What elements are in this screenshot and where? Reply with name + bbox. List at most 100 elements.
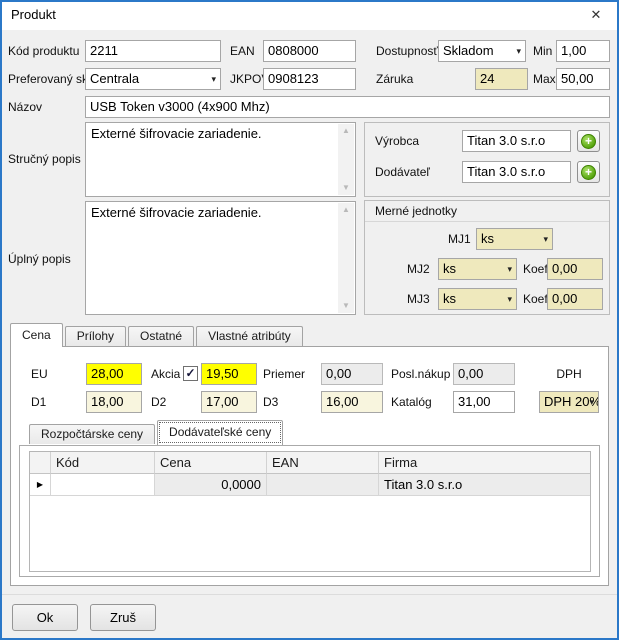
zaruka-input[interactable]: 24: [475, 68, 528, 90]
add-dodavatel-button[interactable]: +: [577, 161, 600, 183]
tab-ostatne[interactable]: Ostatné: [128, 326, 194, 346]
mj2-select[interactable]: ks ▾: [438, 258, 517, 280]
check-icon: ✓: [185, 367, 195, 379]
vyrobca-input[interactable]: Titan 3.0 s.r.o: [462, 130, 571, 152]
mj1-label: MJ1: [448, 228, 471, 250]
scroll-up-icon: ▲: [342, 206, 350, 214]
uplny-popis-label: Úplný popis: [8, 248, 71, 270]
dodavatel-input[interactable]: Titan 3.0 s.r.o: [462, 161, 571, 183]
subtab-rozpoctarske-ceny[interactable]: Rozpočtárske ceny: [29, 424, 155, 444]
chevron-down-icon: ▾: [589, 392, 594, 413]
grid-cell-cena[interactable]: 0,0000: [155, 474, 267, 496]
footer-bar: Ok Zruš: [0, 594, 619, 640]
produkt-dialog: Produkt ✕ Kód produktu 2211 EAN 0808000 …: [0, 0, 619, 640]
close-icon: ✕: [591, 7, 602, 23]
grid-header-firma[interactable]: Firma: [379, 452, 590, 474]
chevron-down-icon: ▾: [516, 41, 521, 62]
scrollbar[interactable]: ▲ ▼: [338, 203, 354, 313]
strucny-popis-label: Stručný popis: [8, 148, 81, 170]
mj1-select[interactable]: ks ▾: [476, 228, 553, 250]
plus-icon: +: [581, 165, 596, 180]
max-label: Max: [533, 68, 556, 90]
grid-cell-kod[interactable]: [51, 474, 155, 496]
scrollbar[interactable]: ▲ ▼: [338, 124, 354, 195]
posl-nakup-label: Posl.nákup: [391, 363, 450, 385]
max-input[interactable]: 50,00: [556, 68, 610, 90]
mj2-value: ks: [443, 261, 456, 276]
koef2-input[interactable]: 0,00: [547, 258, 603, 280]
grid-header-ean[interactable]: EAN: [267, 452, 379, 474]
price-subtabstrip: Rozpočtárske ceny Dodávateľské ceny: [29, 420, 285, 445]
jkpov-input[interactable]: 0908123: [263, 68, 356, 90]
d3-input[interactable]: 16,00: [321, 391, 383, 413]
cancel-button[interactable]: Zruš: [90, 604, 156, 631]
eu-label: EU: [31, 363, 48, 385]
mj3-label: MJ3: [407, 288, 430, 310]
scroll-down-icon: ▼: [342, 302, 350, 310]
dostupnost-label: Dostupnosť: [376, 40, 438, 62]
nazov-label: Názov: [8, 96, 42, 118]
grid-cell-ean[interactable]: [267, 474, 379, 496]
grid-header-kod[interactable]: Kód: [51, 452, 155, 474]
dodavatelske-ceny-panel: Kód Cena EAN Firma ▶ 0,0000 Titan 3.0 s.…: [19, 445, 600, 577]
akcia-input[interactable]: 19,50: [201, 363, 257, 385]
min-label: Min: [533, 40, 552, 62]
ean-label: EAN: [230, 40, 255, 62]
dodavatel-label: Dodávateľ: [375, 161, 430, 183]
d2-input[interactable]: 17,00: [201, 391, 257, 413]
d1-input[interactable]: 18,00: [86, 391, 142, 413]
chevron-down-icon: ▾: [507, 259, 512, 280]
priemer-input: 0,00: [321, 363, 383, 385]
add-vyrobca-button[interactable]: +: [577, 130, 600, 152]
kod-produktu-input[interactable]: 2211: [85, 40, 221, 62]
koef3-label: Koef: [523, 288, 548, 310]
merne-jednotky-title: Merné jednotky: [365, 201, 609, 222]
grid-corner-cell[interactable]: [30, 452, 51, 474]
dostupnost-select[interactable]: Skladom ▾: [438, 40, 526, 62]
zaruka-label: Záruka: [376, 68, 413, 90]
mj3-value: ks: [443, 291, 456, 306]
posl-nakup-input: 0,00: [453, 363, 515, 385]
scroll-down-icon: ▼: [342, 184, 350, 192]
strucny-popis-text: Externé šifrovacie zariadenie.: [91, 126, 333, 142]
akcia-label: Akcia: [151, 363, 180, 385]
cena-tab-panel: EU 28,00 Akcia ✓ 19,50 Priemer 0,00 Posl…: [10, 346, 609, 586]
ok-button[interactable]: Ok: [12, 604, 78, 631]
supplier-panel: Výrobca Titan 3.0 s.r.o + Dodávateľ Tita…: [364, 122, 610, 197]
strucny-popis-textarea[interactable]: Externé šifrovacie zariadenie. ▲ ▼: [85, 122, 356, 197]
subtab-dodavatelske-ceny[interactable]: Dodávateľské ceny: [157, 420, 283, 445]
tab-prilohy[interactable]: Prílohy: [65, 326, 126, 346]
mj2-label: MJ2: [407, 258, 430, 280]
d3-label: D3: [263, 391, 278, 413]
nazov-input[interactable]: USB Token v3000 (4x900 Mhz): [85, 96, 610, 118]
koef3-input[interactable]: 0,00: [547, 288, 603, 310]
min-input[interactable]: 1,00: [556, 40, 610, 62]
supplier-prices-grid: Kód Cena EAN Firma ▶ 0,0000 Titan 3.0 s.…: [29, 451, 591, 572]
grid-cell-firma[interactable]: Titan 3.0 s.r.o: [379, 474, 590, 496]
mj3-select[interactable]: ks ▾: [438, 288, 517, 310]
eu-input[interactable]: 28,00: [86, 363, 142, 385]
preferovany-sklad-value: Centrala: [90, 71, 139, 86]
chevron-down-icon: ▾: [507, 289, 512, 310]
vyrobca-label: Výrobca: [375, 130, 419, 152]
close-button[interactable]: ✕: [579, 1, 613, 29]
uplny-popis-text: Externé šifrovacie zariadenie.: [91, 205, 333, 221]
tab-cena[interactable]: Cena: [10, 323, 63, 347]
dph-select[interactable]: DPH 20% ▾: [539, 391, 599, 413]
title-bar[interactable]: Produkt ✕: [0, 0, 619, 30]
window-title: Produkt: [11, 0, 56, 30]
d2-label: D2: [151, 391, 166, 413]
dph-label: DPH: [539, 363, 599, 385]
chevron-down-icon: ▾: [543, 229, 548, 250]
grid-header-cena[interactable]: Cena: [155, 452, 267, 474]
uplny-popis-textarea[interactable]: Externé šifrovacie zariadenie. ▲ ▼: [85, 201, 356, 315]
katalog-input[interactable]: 31,00: [453, 391, 515, 413]
tab-vlastne-atributy[interactable]: Vlastné atribúty: [196, 326, 303, 346]
main-tabstrip: Cena Prílohy Ostatné Vlastné atribúty: [10, 323, 305, 347]
chevron-down-icon: ▾: [211, 69, 216, 90]
ean-input[interactable]: 0808000: [263, 40, 356, 62]
row-marker-icon[interactable]: ▶: [30, 474, 51, 496]
katalog-label: Katalóg: [391, 391, 432, 413]
akcia-checkbox[interactable]: ✓: [183, 366, 198, 381]
preferovany-sklad-select[interactable]: Centrala ▾: [85, 68, 221, 90]
